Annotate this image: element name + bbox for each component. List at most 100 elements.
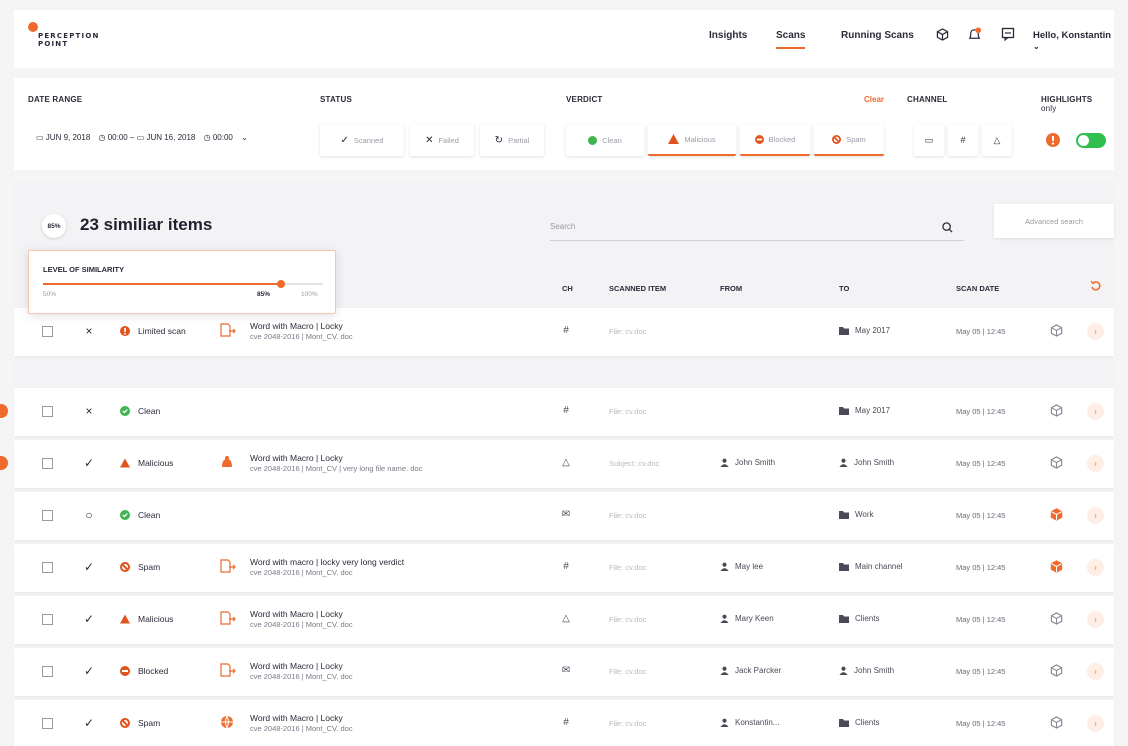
user-greeting[interactable]: Hello, Konstantin ⌄ [1033,30,1114,52]
item-title[interactable]: Word with Macro | Locky [250,453,343,463]
date-range-picker[interactable]: ▭ JUN 9, 2018 ◷ 00:00 – ▭ JUN 16, 2018 ◷… [36,133,248,142]
scanned-item[interactable]: File: cv.doc [609,407,646,416]
channel-email-button[interactable]: ▭ [914,124,944,156]
scanned-item[interactable]: File: cv.doc [609,511,646,520]
verdict-malicious-button[interactable]: Malicious [648,124,736,156]
chevron-right-icon: › [1094,459,1097,468]
search-icon[interactable] [942,222,953,233]
scanned-item[interactable]: File: cv.doc [609,667,646,676]
table-row[interactable]: ✓ Blocked Word with Macro | Locky cve 2048-… [14,648,1114,696]
scanned-item[interactable]: Subject: cv.doc [609,459,659,468]
row-checkbox[interactable] [42,614,53,625]
brand-logo[interactable]: PERCEPTION POINT [38,32,100,48]
column-scanned-item[interactable]: SCANNED ITEM [609,284,666,293]
cube-icon[interactable] [934,26,950,42]
table-row[interactable]: ✓ Malicious Word with Macro | Locky cve 204… [14,596,1114,644]
status-partial-button[interactable]: ↻ Partial [480,124,544,156]
row-checkbox[interactable] [42,562,53,573]
row-checkbox[interactable] [42,326,53,337]
nav-scans[interactable]: Scans [776,30,806,49]
row-checkbox[interactable] [42,458,53,469]
item-title[interactable]: Word with macro | locky very long verdic… [250,557,404,567]
from-cell: Konstantin... [720,718,779,727]
cube-icon[interactable] [1050,612,1063,625]
row-checkbox[interactable] [42,718,53,729]
search-input[interactable]: Search [550,219,964,241]
nav-insights[interactable]: Insights [709,30,747,41]
channel-slack-button[interactable]: # [948,124,978,156]
folder-icon [839,406,849,415]
similarity-slider[interactable] [43,280,323,288]
highlights-toggle[interactable] [1076,133,1106,148]
channel-drive-icon: △ [562,613,570,624]
status-failed-button[interactable]: ✕ Failed [410,124,474,156]
to-cell: May 2017 [839,406,890,415]
table-row[interactable]: × Clean # File: cv.doc May 2017 May 05 | 12:4… [0,388,1114,436]
similarity-badge[interactable]: 85% [42,214,66,238]
column-to[interactable]: TO [839,284,849,293]
open-row-button[interactable]: › [1087,403,1104,420]
bell-icon[interactable] [966,26,982,42]
verdict-icon [120,562,130,572]
scanned-item[interactable]: File: cv.doc [609,327,646,336]
to-cell: Work [839,510,874,519]
brand-line-1: PERCEPTION [38,32,100,40]
clear-filters-link[interactable]: Clear [864,95,884,104]
status-scanned-button[interactable]: ✓ Scanned [320,124,404,156]
nav-running-scans[interactable]: Running Scans [841,30,914,41]
cube-icon[interactable] [1050,560,1063,573]
verdict-label: Clean [138,510,161,520]
open-row-button[interactable]: › [1087,455,1104,472]
table-row[interactable]: ✓ Malicious Word with Macro | Locky cve 204… [0,440,1114,488]
cube-icon[interactable] [1050,664,1063,677]
table-row[interactable]: ○ Clean ✉ File: cv.doc Work May 05 | 12:45 › [14,492,1114,540]
scanned-item[interactable]: File: cv.doc [609,563,646,572]
table-row[interactable]: × Limited scan Word with Macro | Locky cve … [14,308,1114,356]
status-icon: ✓ [83,716,95,730]
cube-icon[interactable] [1050,716,1063,729]
item-title[interactable]: Word with Macro | Locky [250,609,343,619]
channel-hash-icon: # [563,325,569,336]
cube-icon[interactable] [1050,324,1063,337]
reset-icon[interactable] [1090,280,1102,292]
cube-icon[interactable] [1050,508,1063,521]
verdict-blocked-button[interactable]: Blocked [740,124,810,156]
item-title[interactable]: Word with Macro | Locky [250,713,343,723]
results-panel: 85% 23 similiar items Search Advanced se… [0,182,1114,746]
scanned-item[interactable]: File: cv.doc [609,719,646,728]
verdict-malicious-label: Malicious [684,134,716,144]
from-value: John Smith [735,458,776,467]
open-row-button[interactable]: › [1087,507,1104,524]
scanned-item[interactable]: File: cv.doc [609,615,646,624]
to-value: May 2017 [855,406,891,415]
cube-icon[interactable] [1050,456,1063,469]
similarity-slider-handle[interactable] [277,280,285,288]
scan-date: May 05 | 12:45 [956,615,1006,624]
verdict-spam-button[interactable]: Spam [814,124,884,156]
cube-icon[interactable] [1050,404,1063,417]
row-checkbox[interactable] [42,510,53,521]
verdict-clean-button[interactable]: Clean [566,124,644,156]
open-row-button[interactable]: › [1087,559,1104,576]
open-row-button[interactable]: › [1087,323,1104,340]
user-icon [839,666,848,675]
row-checkbox[interactable] [42,666,53,677]
close-icon: ✕ [425,134,434,146]
item-title[interactable]: Word with Macro | Locky [250,321,343,331]
similarity-max: 100% [301,291,318,298]
channel-drive-button[interactable]: △ [982,124,1012,156]
open-row-button[interactable]: › [1087,611,1104,628]
item-title[interactable]: Word with Macro | Locky [250,661,343,671]
message-icon[interactable] [1000,26,1016,42]
row-checkbox[interactable] [42,406,53,417]
open-row-button[interactable]: › [1087,663,1104,680]
verdict-label: VERDICT [566,95,603,104]
table-row[interactable]: ✓ Spam Word with Macro | Locky cve 2048-201… [14,700,1114,746]
column-ch[interactable]: CH [562,284,573,293]
column-scan-date[interactable]: SCAN DATE [956,284,999,293]
from-value: Jack Parcker [735,666,782,675]
open-row-button[interactable]: › [1087,715,1104,732]
advanced-search-button[interactable]: Advanced search [994,204,1114,238]
table-row[interactable]: ✓ Spam Word with macro | locky very long v… [14,544,1114,592]
column-from[interactable]: FROM [720,284,742,293]
